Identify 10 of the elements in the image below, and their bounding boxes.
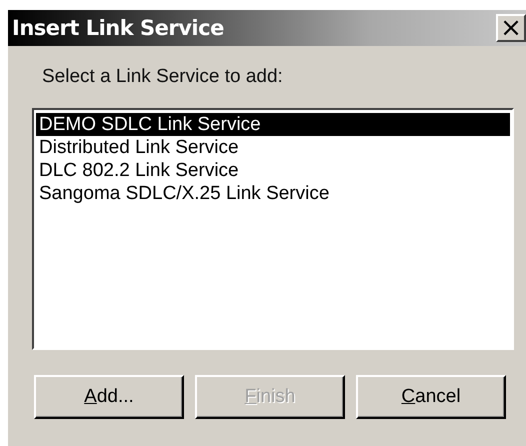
list-item[interactable]: Sangoma SDLC/X.25 Link Service: [36, 182, 510, 205]
list-item[interactable]: Distributed Link Service: [36, 136, 510, 159]
dialog-button[interactable]: Add...: [34, 375, 184, 419]
window-title: Insert Link Service: [12, 16, 224, 40]
dialog-button[interactable]: Cancel: [356, 375, 506, 419]
prompt-label: Select a Link Service to add:: [42, 66, 283, 88]
service-list[interactable]: DEMO SDLC Link Service Distributed Link Service DLC 802.2 Link Service Sangoma SDLC/X.25 Link Service: [32, 108, 514, 350]
list-item[interactable]: DEMO SDLC Link Service: [36, 113, 510, 136]
close-button[interactable]: ×: [496, 14, 526, 42]
list-item[interactable]: DLC 802.2 Link Service: [36, 159, 510, 182]
